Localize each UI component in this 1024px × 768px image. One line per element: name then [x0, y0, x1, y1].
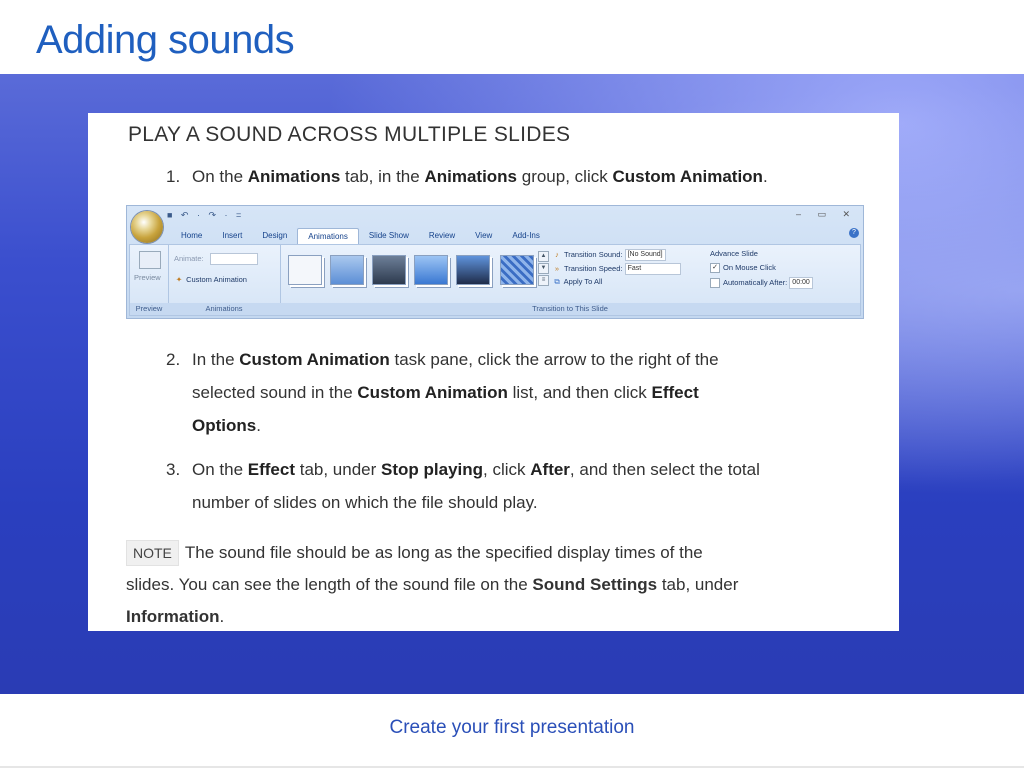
transition-group-label: Transition to This Slide [280, 303, 860, 315]
transition-thumb-wipe [456, 255, 490, 285]
step-number: 2. [166, 350, 181, 369]
ribbon-screenshot: ■ ↶ · ↷ · = – ▭ ✕ Home Insert Design Ani… [126, 205, 864, 319]
on-mouse-click-row: ✓ On Mouse Click [710, 263, 776, 274]
card-heading: PLAY A SOUND ACROSS MULTIPLE SLIDES [128, 123, 571, 146]
custom-animation-label: Custom Animation [186, 275, 247, 284]
on-mouse-click-checkbox: ✓ [710, 263, 720, 274]
quick-access-toolbar: ■ ↶ · ↷ · = [167, 210, 245, 220]
note-line-3: Information. [126, 607, 225, 626]
preview-button-label: Preview [134, 273, 161, 282]
transition-speed-label: Transition Speed: [563, 263, 623, 273]
content-card: PLAY A SOUND ACROSS MULTIPLE SLIDES 1. O… [88, 113, 899, 631]
note-line-1: The sound file should be as long as the … [184, 543, 703, 562]
preview-icon [139, 251, 161, 269]
tab-animations: Animations [297, 228, 359, 244]
office-button-icon [131, 211, 163, 243]
apply-all-row: ⧉ Apply To All [552, 277, 602, 287]
transition-speed-row: » Transition Speed: Fast [552, 263, 681, 275]
apply-all-icon: ⧉ [554, 277, 560, 286]
transition-group: ▲ ▼ ≡ ♪ Transition Sound: [No Sound] » T… [280, 245, 860, 315]
tab-insert: Insert [222, 231, 243, 240]
auto-after-checkbox [710, 278, 720, 288]
speed-icon: » [554, 263, 560, 273]
animate-select [209, 253, 258, 265]
transition-thumb-dark [372, 255, 406, 285]
sound-icon: ♪ [555, 249, 559, 259]
step-number: 1. [166, 167, 181, 186]
gallery-up-icon: ▲ [538, 251, 549, 262]
tab-slide-show: Slide Show [368, 231, 409, 240]
tab-home: Home [181, 231, 203, 240]
animate-row: Animate: [174, 253, 258, 265]
step-text: On the Effect tab, under Stop playing, c… [192, 460, 760, 512]
transition-thumb-push [414, 255, 448, 285]
preview-group: Preview Preview [130, 245, 169, 315]
auto-after-label: Automatically After: [723, 277, 788, 287]
transition-sound-field: [No Sound] [624, 249, 666, 261]
auto-after-row: Automatically After: 00:00 [710, 277, 813, 289]
footer-text: Create your first presentation [389, 717, 635, 738]
tab-view: View [475, 231, 493, 240]
ribbon-body: Preview Preview Animate: ✦ Custom Animat… [129, 244, 861, 316]
slide-title: Adding sounds [36, 18, 295, 62]
tab-design: Design [262, 231, 288, 240]
step-text: On the Animations tab, in the Animations… [192, 167, 768, 186]
transition-sound-row: ♪ Transition Sound: [No Sound] [552, 249, 666, 261]
help-icon: ? [849, 228, 859, 238]
gallery-more-icon: ≡ [538, 275, 549, 286]
step-number: 3. [166, 460, 181, 479]
animations-group: Animate: ✦ Custom Animation Animations [168, 245, 281, 315]
transition-sound-label: Transition Sound: [563, 249, 623, 259]
transition-thumb-dissolve [500, 255, 534, 285]
note-badge: NOTE [126, 540, 179, 566]
step-text: In the Custom Animation task pane, click… [192, 350, 719, 435]
apply-all-label: Apply To All [563, 277, 603, 286]
preview-group-label: Preview [130, 303, 168, 315]
custom-animation-row: ✦ Custom Animation [174, 275, 247, 284]
animations-group-label: Animations [168, 303, 280, 315]
tab-review: Review [428, 231, 456, 240]
advance-slide-label: Advance Slide [710, 249, 758, 258]
note-line-2: slides. You can see the length of the so… [126, 575, 739, 594]
animate-label: Animate: [174, 253, 204, 263]
ribbon-tabs: Home Insert Design Animations Slide Show… [171, 228, 550, 244]
tab-add-ins: Add-Ins [512, 231, 540, 240]
gallery-down-icon: ▼ [538, 263, 549, 274]
transition-thumb-none [288, 255, 322, 285]
window-controls: – ▭ ✕ [795, 209, 857, 219]
auto-after-field: 00:00 [789, 277, 813, 289]
transition-speed-field: Fast [624, 263, 681, 275]
transition-thumb-fade [330, 255, 364, 285]
note-block: NOTE The sound file should be as long as … [126, 537, 866, 633]
custom-animation-icon: ✦ [175, 275, 183, 284]
on-mouse-click-label: On Mouse Click [723, 263, 776, 272]
